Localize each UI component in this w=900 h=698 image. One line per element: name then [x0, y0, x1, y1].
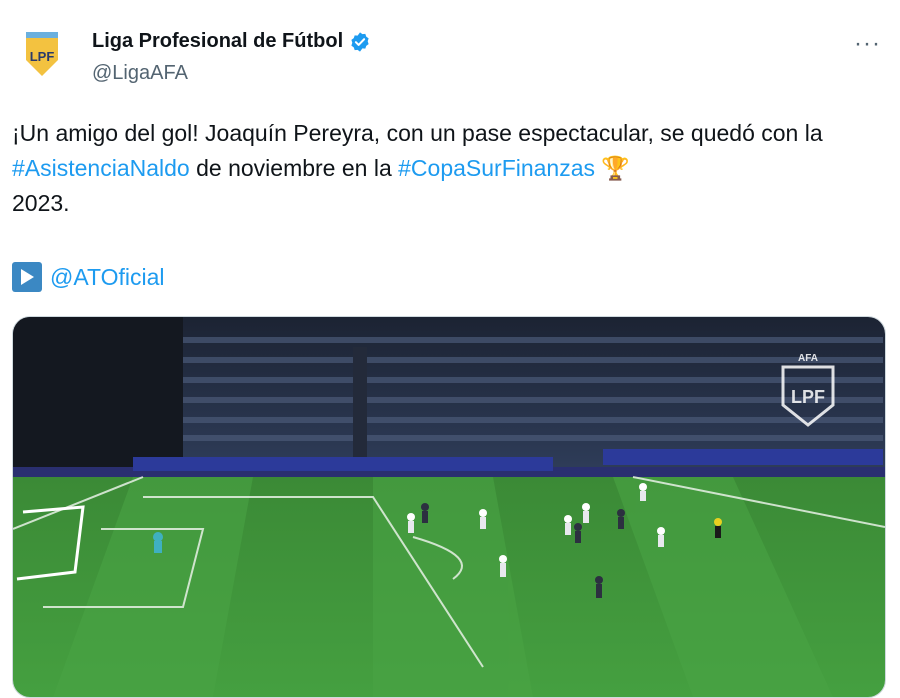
tweet-text-part: 2023.	[12, 190, 70, 216]
tweet-text-part: ¡Un amigo del gol! Joaquín Pereyra, con …	[12, 120, 823, 146]
verified-badge-icon	[351, 31, 369, 52]
author-name-row: Liga Profesional de Fútbol	[92, 30, 371, 53]
play-icon	[12, 262, 42, 292]
lpf-logo-icon: LPF	[26, 32, 58, 76]
hashtag-link[interactable]: #CopaSurFinanzas	[398, 155, 595, 181]
avatar[interactable]: LPF	[16, 28, 68, 80]
tweet-text: ¡Un amigo del gol! Joaquín Pereyra, con …	[12, 116, 872, 221]
trophy-icon: 🏆	[601, 155, 631, 181]
svg-text:LPF: LPF	[791, 387, 825, 407]
author-handle[interactable]: @LigaAFA	[92, 62, 188, 85]
mention-link[interactable]: @ATOficial	[50, 264, 165, 291]
hashtag-link[interactable]: #AsistenciaNaldo	[12, 155, 190, 181]
video-player[interactable]: AFA LPF	[12, 316, 886, 698]
tweet-text-part: de noviembre en la	[189, 155, 399, 181]
author-name[interactable]: Liga Profesional de Fútbol	[92, 30, 343, 53]
mention-line: @ATOficial	[12, 262, 165, 292]
svg-text:LPF: LPF	[30, 49, 55, 64]
video-frame: AFA LPF	[13, 317, 885, 697]
more-options-icon[interactable]: ···	[854, 30, 881, 58]
svg-text:AFA: AFA	[798, 353, 818, 364]
